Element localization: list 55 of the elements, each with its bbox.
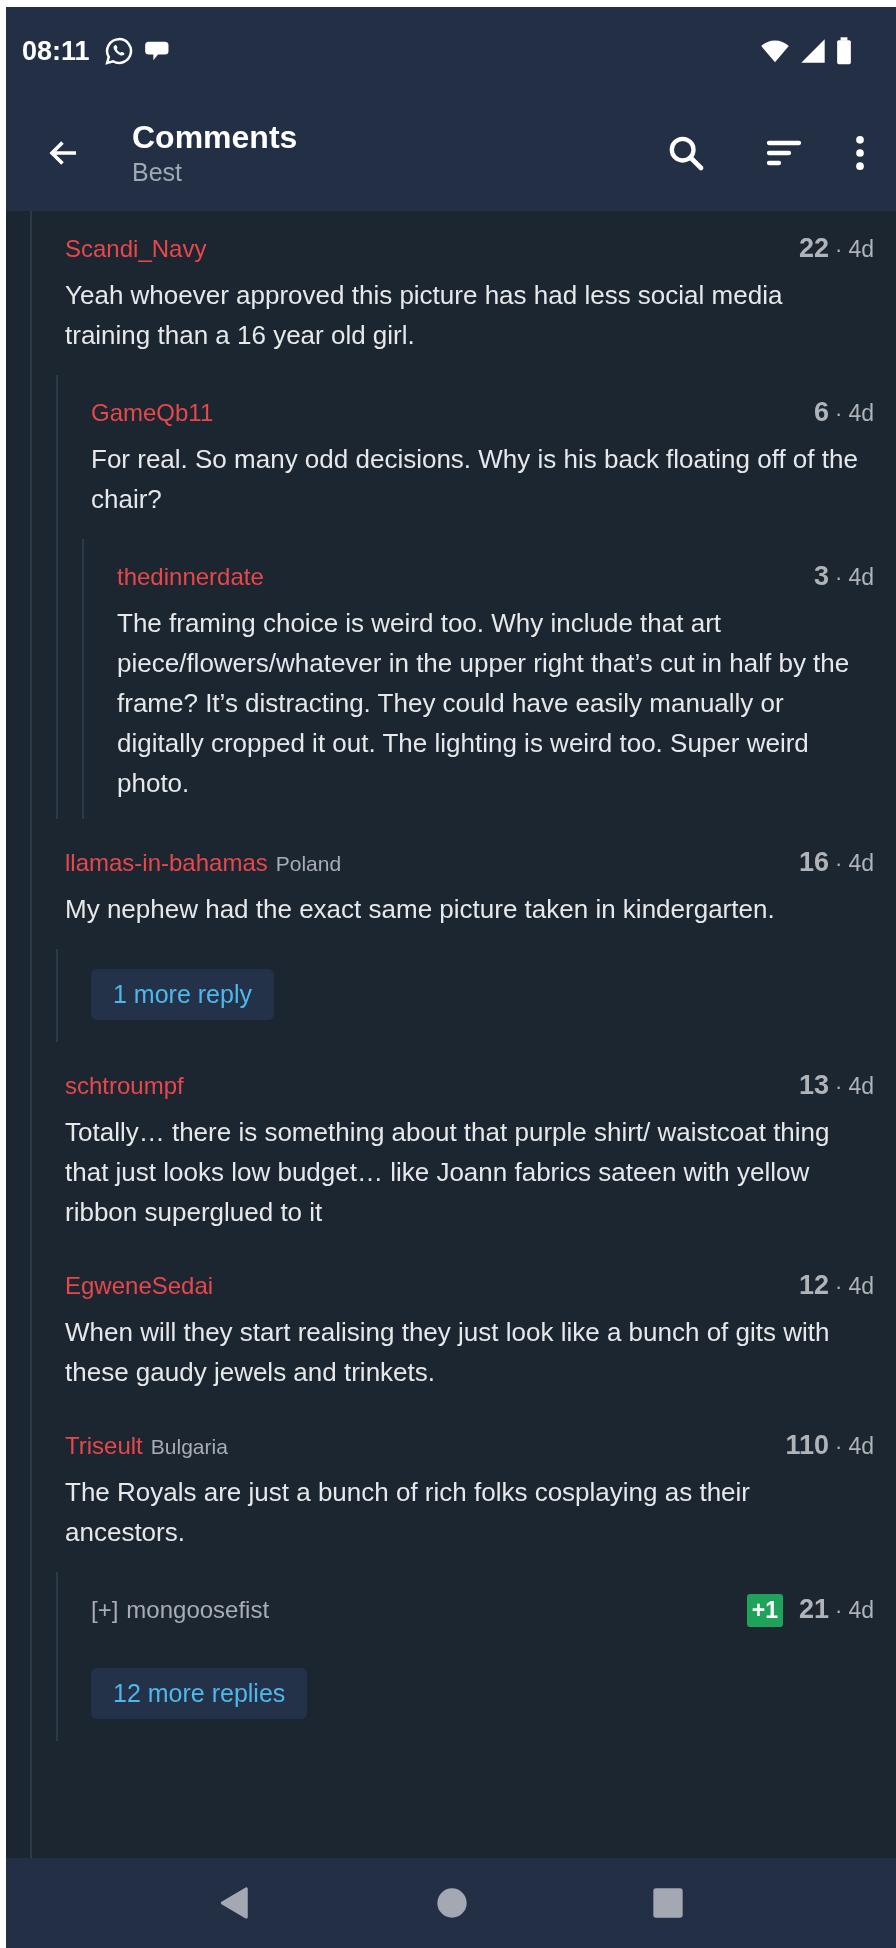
vote-badge: +1	[746, 1594, 784, 1627]
separator-dot: ·	[835, 401, 843, 427]
battery-icon	[836, 37, 852, 65]
wifi-icon	[760, 38, 790, 64]
score: 13	[799, 1070, 830, 1101]
comment-age: 4d	[848, 236, 874, 263]
score: 110	[785, 1430, 830, 1461]
more-options-icon[interactable]	[854, 135, 866, 171]
comment-text: My nephew had the exact same picture taken in kindergarten.	[65, 893, 776, 926]
username[interactable]: Scandi_Navy	[65, 235, 207, 263]
screen-title: Comments	[132, 119, 299, 156]
separator-dot: ·	[835, 1434, 843, 1460]
comment-age: 4d	[848, 400, 874, 427]
signal-icon	[800, 38, 826, 64]
username[interactable]: EgweneSedai	[65, 1272, 214, 1300]
score: 12	[799, 1270, 830, 1301]
expand-toggle[interactable]: [+]	[91, 1596, 119, 1624]
comment-age: 4d	[848, 1273, 874, 1300]
separator-dot: ·	[835, 237, 843, 263]
user-flair: Bulgaria	[150, 1435, 228, 1459]
separator-dot: ·	[835, 565, 843, 591]
comment-age: 4d	[848, 1073, 874, 1100]
comment-text: When will they start realising they just look like a bunch of gits with these gaudy jewels and trinkets.	[65, 1316, 831, 1389]
comment-text: Totally… there is something about that purple shirt/ waistcoat thing that just looks low budget… like Joann fabrics sateen with yellow ribbon superglued to it	[65, 1116, 831, 1229]
score: 22	[799, 233, 830, 264]
username[interactable]: llamas-in-bahamas	[65, 849, 268, 877]
comment-age: 4d	[848, 1597, 874, 1624]
score: 3	[814, 561, 830, 592]
score: 6	[814, 397, 830, 428]
score: 21	[799, 1594, 830, 1625]
username[interactable]: thedinnerdate	[117, 563, 264, 591]
username[interactable]: schtroumpf	[65, 1072, 184, 1100]
user-flair: Poland	[275, 852, 342, 876]
comment-age: 4d	[848, 850, 874, 877]
username[interactable]: mongoosefist	[126, 1596, 270, 1624]
username[interactable]: Triseult	[65, 1432, 143, 1460]
comment-text: For real. So many odd decisions. Why is his back floating off of the chair?	[91, 443, 859, 516]
recents-nav-icon[interactable]	[652, 1887, 684, 1919]
more-replies-button[interactable]: 1 more reply	[91, 969, 274, 1020]
score: 16	[799, 847, 830, 878]
comment-text: The Royals are just a bunch of rich folks cosplaying as their ancestors.	[65, 1476, 751, 1549]
separator-dot: ·	[835, 1274, 843, 1300]
more-replies-button[interactable]: 12 more replies	[91, 1668, 308, 1719]
separator-dot: ·	[835, 1074, 843, 1100]
comment-age: 4d	[848, 1433, 874, 1460]
comment-age: 4d	[848, 564, 874, 591]
status-time: 08:11	[22, 35, 90, 67]
comment-text: The framing choice is weird too. Why include that art piece/flowers/whatever in the upper right that’s cut in half by the frame? It’s distracting. They could have easily manually or digitally cropped it out. The lighting is weird too. Super weird photo.	[117, 607, 851, 800]
comment-text: Yeah whoever approved this picture has had less social media training than a 16 year old girl.	[65, 279, 784, 352]
username[interactable]: GameQb11	[91, 399, 214, 427]
separator-dot: ·	[835, 1598, 843, 1624]
chat-bubble-icon	[103, 36, 134, 66]
sort-label: Best	[132, 158, 184, 187]
separator-dot: ·	[835, 851, 843, 877]
home-nav-icon[interactable]	[436, 1887, 468, 1919]
